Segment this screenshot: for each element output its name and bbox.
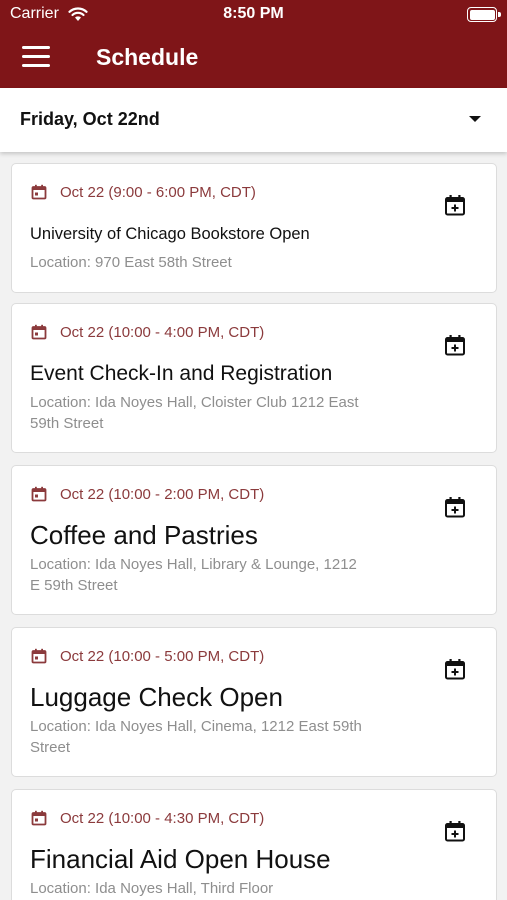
event-title: Financial Aid Open House: [30, 844, 331, 874]
event-location: Location: Ida Noyes Hall, Cloister Club …: [30, 394, 359, 432]
event-title: Event Check-In and Registration: [30, 362, 333, 385]
event-time: Oct 22 (9:00 - 6:00 PM, CDT): [60, 184, 256, 201]
date-dropdown-value: Friday, Oct 22nd: [20, 109, 160, 129]
event-time: Oct 22 (10:00 - 4:30 PM, CDT): [60, 810, 265, 827]
event-card[interactable]: Oct 22 (10:00 - 5:00 PM, CDT) Luggage Ch…: [11, 627, 497, 777]
event-card[interactable]: Oct 22 (9:00 - 6:00 PM, CDT) University …: [11, 163, 497, 293]
calendar-icon: [31, 810, 47, 826]
status-bar: Carrier 8:50 PM: [0, 0, 507, 30]
calendar-icon: [31, 324, 47, 340]
battery-tip: [498, 12, 501, 17]
calendar-icon: [31, 486, 47, 502]
event-card[interactable]: Oct 22 (10:00 - 4:00 PM, CDT) Event Chec…: [11, 303, 497, 453]
calendar-icon: [31, 648, 47, 664]
hamburger-menu-icon[interactable]: [22, 46, 50, 70]
calendar-icon: [31, 184, 47, 200]
app-header: Carrier 8:50 PM Schedule: [0, 0, 507, 88]
event-card[interactable]: Oct 22 (10:00 - 4:30 PM, CDT) Financial …: [11, 789, 497, 900]
event-location: Location: 970 East 58th Street: [30, 254, 232, 271]
event-location: Location: Ida Noyes Hall, Library & Loun…: [30, 556, 357, 594]
calendar-add-icon[interactable]: [444, 820, 466, 842]
caret-down-icon: [469, 116, 481, 122]
event-card[interactable]: Oct 22 (10:00 - 2:00 PM, CDT) Coffee and…: [11, 465, 497, 615]
calendar-add-icon[interactable]: [444, 658, 466, 680]
date-dropdown[interactable]: Friday, Oct 22nd: [0, 88, 507, 152]
event-list: Oct 22 (9:00 - 6:00 PM, CDT) University …: [0, 152, 507, 900]
event-time: Oct 22 (10:00 - 2:00 PM, CDT): [60, 486, 265, 503]
calendar-add-icon[interactable]: [444, 194, 466, 216]
calendar-add-icon[interactable]: [444, 496, 466, 518]
event-title: Luggage Check Open: [30, 682, 283, 712]
event-location: Location: Ida Noyes Hall, Third Floor: [30, 880, 274, 897]
calendar-add-icon[interactable]: [444, 334, 466, 356]
event-title: University of Chicago Bookstore Open: [30, 225, 310, 243]
event-title: Coffee and Pastries: [30, 520, 258, 550]
status-time: 8:50 PM: [223, 5, 284, 22]
battery-icon: [467, 7, 497, 22]
event-time: Oct 22 (10:00 - 4:00 PM, CDT): [60, 324, 265, 341]
event-time: Oct 22 (10:00 - 5:00 PM, CDT): [60, 648, 265, 665]
page-title: Schedule: [96, 44, 199, 70]
event-location: Location: Ida Noyes Hall, Cinema, 1212 E…: [30, 718, 362, 756]
